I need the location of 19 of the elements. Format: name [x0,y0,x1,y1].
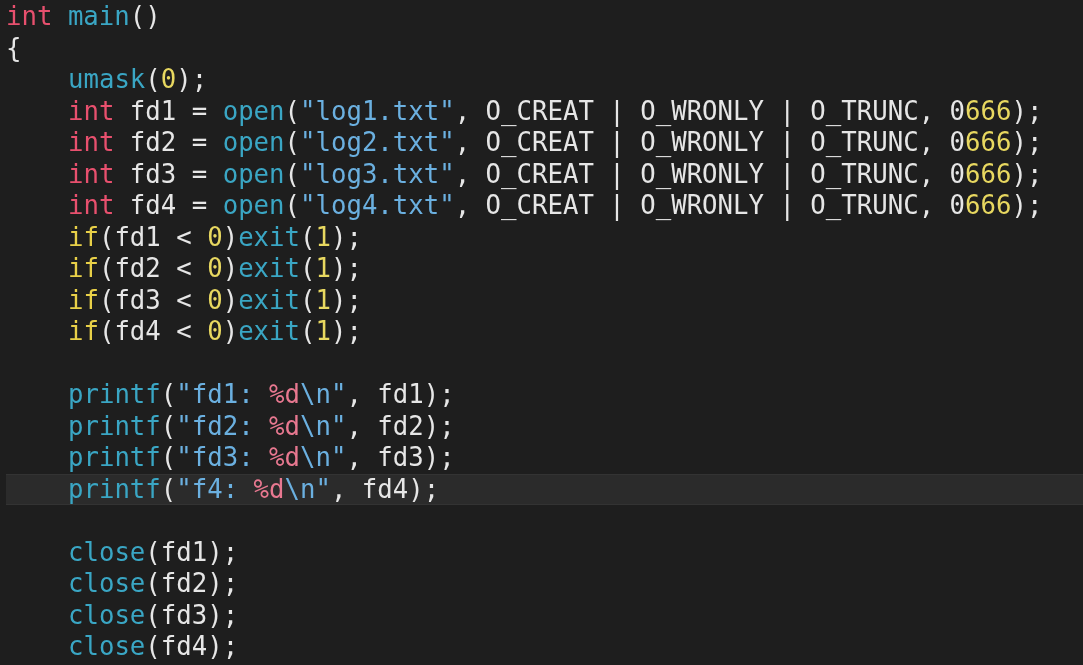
code-line: if(fd4 < 0)exit(1); [68,316,362,346]
code-line: int main() [6,1,161,31]
code-line: int fd1 = open("log1.txt", O_CREAT | O_WRONLY | O_TRUNC, 0666); [68,95,1043,126]
code-line: close(fd2); [68,568,239,598]
code-line: { [6,32,22,63]
code-line: close(fd1); [68,536,239,567]
code-line: close(fd3); [68,599,239,630]
code-line: printf("fd2: %d\n", fd2); [68,410,455,441]
code-line: int fd3 = open("log3.txt", O_CREAT | O_WRONLY | O_TRUNC, 0666); [68,158,1043,189]
code-line: printf("f4: %d\n", fd4); [68,473,440,504]
code-line: printf("fd1: %d\n", fd1); [68,379,455,409]
code-line: umask(0); [68,64,208,94]
code-line: if(fd3 < 0)exit(1); [68,284,362,315]
code-line: int fd4 = open("log4.txt", O_CREAT | O_WRONLY | O_TRUNC, 0666); [68,190,1043,220]
code-line: close(fd4); [68,631,239,661]
code-line: int fd2 = open("log2.txt", O_CREAT | O_WRONLY | O_TRUNC, 0666); [68,127,1043,157]
code-line: printf("fd3: %d\n", fd3); [68,442,455,472]
code-line: if(fd2 < 0)exit(1); [68,253,362,283]
code-line: if(fd1 < 0)exit(1); [68,221,362,252]
